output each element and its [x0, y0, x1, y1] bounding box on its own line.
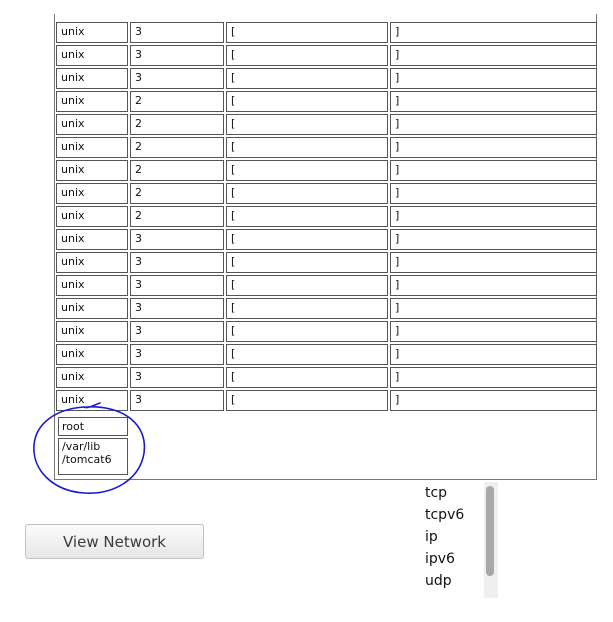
- table-cell: [: [226, 344, 388, 365]
- table-cell: 3: [130, 229, 224, 250]
- table-cell: ]: [390, 252, 597, 273]
- table-cell: 3: [130, 298, 224, 319]
- table-cell: ]: [390, 344, 597, 365]
- table-cell: ]: [390, 321, 597, 342]
- table-cell: ]: [390, 22, 597, 43]
- table-cell: [: [226, 206, 388, 227]
- table-cell: unix: [56, 275, 128, 296]
- table-cell: ]: [390, 137, 597, 158]
- table-cell: 3: [130, 344, 224, 365]
- table-cell: [: [226, 137, 388, 158]
- table-cell: 3: [130, 275, 224, 296]
- table-cell: ]: [390, 367, 597, 388]
- table-cell: [: [226, 160, 388, 181]
- table-cell: 2: [130, 206, 224, 227]
- table-cell: 2: [130, 160, 224, 181]
- table-cell: [: [226, 321, 388, 342]
- table-cell: ]: [390, 298, 597, 319]
- table-cell: [: [226, 229, 388, 250]
- user-cell: root: [58, 417, 128, 436]
- table-cell: ]: [390, 45, 597, 66]
- table-cell: unix: [56, 160, 128, 181]
- table-cell: ]: [390, 390, 597, 411]
- table-cell: ]: [390, 114, 597, 135]
- table-cell: 3: [130, 45, 224, 66]
- table-cell: [: [226, 252, 388, 273]
- table-cell: unix: [56, 114, 128, 135]
- table-cell: unix: [56, 252, 128, 273]
- table-cell: ]: [390, 91, 597, 112]
- scrollbar-thumb[interactable]: [486, 486, 494, 576]
- table-cell: [: [226, 22, 388, 43]
- table-cell: ]: [390, 183, 597, 204]
- table-cell: 3: [130, 22, 224, 43]
- table-cell: unix: [56, 183, 128, 204]
- table-cell: unix: [56, 206, 128, 227]
- table-cell: 3: [130, 321, 224, 342]
- table-cell: 3: [130, 367, 224, 388]
- home-dir-cell: /var/lib /tomcat6: [58, 438, 128, 475]
- table-cell: ]: [390, 275, 597, 296]
- table-cell: unix: [56, 68, 128, 89]
- table-cell: unix: [56, 22, 128, 43]
- table-cell: unix: [56, 344, 128, 365]
- table-cell: [: [226, 91, 388, 112]
- table-cell: unix: [56, 91, 128, 112]
- table-cell: [: [226, 275, 388, 296]
- table-cell: 2: [130, 183, 224, 204]
- table-cell: 2: [130, 114, 224, 135]
- table-cell: unix: [56, 137, 128, 158]
- table-cell: ]: [390, 68, 597, 89]
- table-cell: unix: [56, 321, 128, 342]
- table-cell: ]: [390, 206, 597, 227]
- table-cell: 2: [130, 91, 224, 112]
- table-cell: 3: [130, 390, 224, 411]
- listbox-scrollbar[interactable]: [484, 482, 498, 598]
- table-cell: [: [226, 390, 388, 411]
- table-cell: [: [226, 298, 388, 319]
- table-cell: [: [226, 367, 388, 388]
- table-cell: ]: [390, 160, 597, 181]
- table-cell: [: [226, 45, 388, 66]
- view-network-button[interactable]: View Network: [25, 524, 204, 559]
- table-cell: unix: [56, 390, 128, 411]
- table-cell: [: [226, 114, 388, 135]
- process-table: unix 3[] unix 3[] unix 3[] unix 2[] unix 2[] unix 2…: [54, 14, 597, 480]
- table-cell: 3: [130, 68, 224, 89]
- table-cell: ]: [390, 229, 597, 250]
- table-cell: unix: [56, 45, 128, 66]
- table-cell: [: [226, 68, 388, 89]
- table-cell: unix: [56, 229, 128, 250]
- table-cell: unix: [56, 367, 128, 388]
- table-cell: [: [226, 183, 388, 204]
- table-cell: 2: [130, 137, 224, 158]
- table-cell: unix: [56, 298, 128, 319]
- protocol-listbox[interactable]: tcp tcpv6 ip ipv6 udp: [421, 482, 498, 598]
- table-cell: 3: [130, 252, 224, 273]
